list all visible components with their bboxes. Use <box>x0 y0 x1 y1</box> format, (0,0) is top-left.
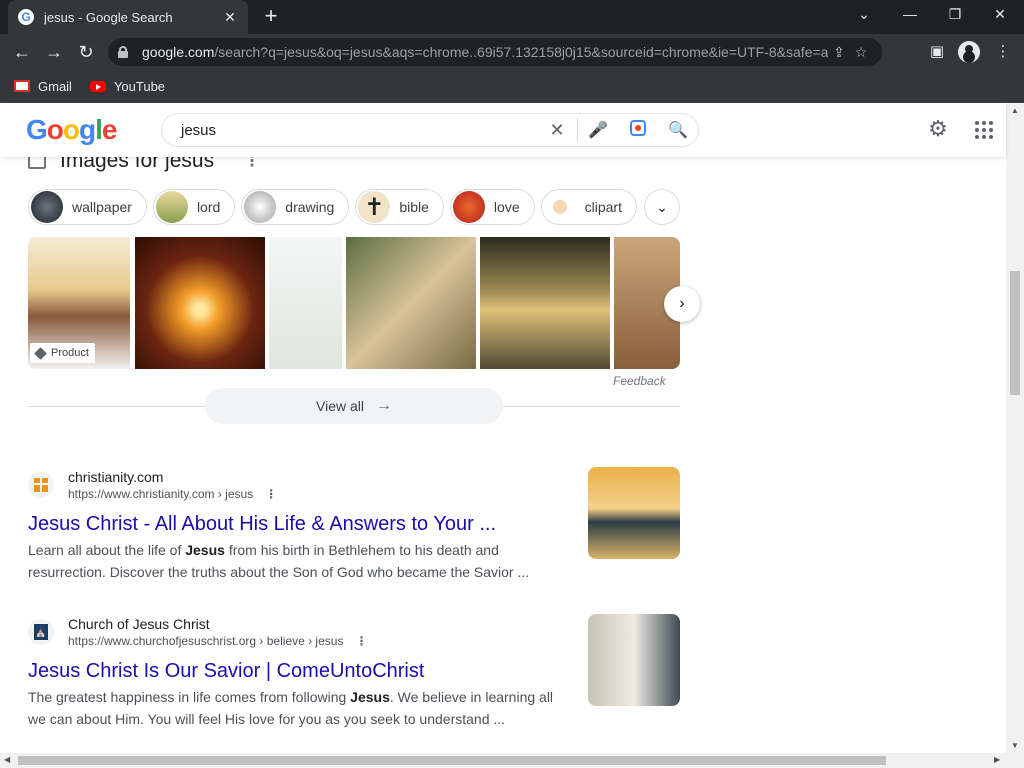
scroll-up-icon[interactable]: ▲ <box>1011 106 1019 115</box>
image-result[interactable]: Product <box>28 237 130 369</box>
feedback-link[interactable]: Feedback <box>613 374 666 388</box>
tag-icon <box>34 346 47 360</box>
minimize-icon[interactable]: — <box>900 6 920 22</box>
result-title-link[interactable]: Jesus Christ - All About His Life & Answ… <box>28 511 680 537</box>
chip-wallpaper[interactable]: wallpaper <box>28 189 147 225</box>
gmail-icon <box>14 80 30 92</box>
bookmark-youtube[interactable]: YouTube <box>89 79 165 94</box>
image-icon <box>28 157 46 169</box>
chip-lord[interactable]: lord <box>152 189 236 225</box>
url-text[interactable]: google.com/search?q=jesus&oq=jesus&aqs=c… <box>142 44 828 60</box>
bookmarks-bar: Gmail YouTube <box>0 70 1024 103</box>
search-results-area: Images for jesus ⋮ wallpaper lord drawin… <box>0 157 1006 753</box>
church-favicon-icon: ⛪ <box>28 619 54 645</box>
google-header: Google jesus ✕ 🎤 🔍 ⚙ <box>0 103 1006 157</box>
horizontal-scroll-thumb[interactable] <box>18 756 886 765</box>
google-favicon-icon: G <box>18 9 34 25</box>
product-badge: Product <box>30 343 95 363</box>
image-result[interactable] <box>480 237 610 369</box>
voice-search-icon[interactable]: 🎤 <box>578 120 618 140</box>
chrome-menu-icon[interactable]: ⋮ <box>992 42 1014 60</box>
result-site-name: christianity.com <box>68 469 164 485</box>
result-url: https://www.churchofjesuschrist.org › be… <box>68 634 368 648</box>
reload-icon[interactable]: ↻ <box>74 40 98 64</box>
chip-drawing[interactable]: drawing <box>241 189 350 225</box>
browser-tab[interactable]: G jesus - Google Search ✕ <box>8 0 248 34</box>
result-site-name: Church of Jesus Christ <box>68 616 210 632</box>
chip-thumb-love <box>452 191 485 223</box>
forward-icon[interactable]: → <box>42 40 66 64</box>
images-section-header: Images for jesus ⋮ <box>28 157 260 173</box>
tab-close-icon[interactable]: ✕ <box>222 9 238 26</box>
address-bar[interactable]: google.com/search?q=jesus&oq=jesus&aqs=c… <box>108 38 882 66</box>
images-section-title: Images for jesus <box>60 157 215 172</box>
image-result[interactable] <box>346 237 476 369</box>
images-more-options-icon[interactable]: ⋮ <box>244 157 260 171</box>
result-snippet: The greatest happiness in life comes fro… <box>28 689 554 727</box>
result-title-link[interactable]: Jesus Christ Is Our Savior | ComeUntoChr… <box>28 658 680 684</box>
cross-icon: ✝ <box>358 191 391 223</box>
youtube-icon <box>89 80 106 92</box>
search-submit-icon[interactable]: 🔍 <box>658 120 698 140</box>
window-close-icon[interactable]: ✕ <box>990 6 1010 23</box>
result-site[interactable]: christianity.com https://www.christianit… <box>28 467 680 503</box>
result-url: https://www.christianity.com › jesus ⋮ <box>68 487 278 501</box>
chip-thumb-wallpaper <box>31 191 63 223</box>
browser-toolbar: ← → ↻ google.com/search?q=jesus&oq=jesus… <box>0 34 1024 70</box>
restore-icon[interactable]: ❐ <box>945 6 965 23</box>
vertical-scroll-thumb[interactable] <box>1010 271 1020 395</box>
image-filter-chips: wallpaper lord drawing ✝ bible love clip… <box>28 189 643 225</box>
result-snippet: Learn all about the life of Jesus from h… <box>28 542 530 580</box>
vertical-scrollbar[interactable]: ▲ ▼ <box>1006 103 1024 753</box>
chip-clipart[interactable]: clipart <box>540 189 637 225</box>
settings-gear-icon[interactable]: ⚙ <box>926 117 950 141</box>
result-options-icon[interactable]: ⋮ <box>355 634 367 648</box>
result-site[interactable]: ⛪ Church of Jesus Christ https://www.chu… <box>28 614 680 650</box>
search-input[interactable]: jesus <box>181 122 537 139</box>
result-thumbnail[interactable] <box>588 467 680 559</box>
result-thumbnail[interactable] <box>588 614 680 706</box>
image-results-row: Product <box>28 237 680 369</box>
horizontal-scrollbar[interactable]: ◀ ▶ <box>0 753 1024 768</box>
arrow-right-icon: → <box>376 397 392 414</box>
chip-thumb-drawing <box>244 191 277 223</box>
tab-search-icon[interactable]: ⌄ <box>854 6 874 23</box>
side-panel-icon[interactable]: ▣ <box>926 42 948 60</box>
lens-icon <box>630 119 646 136</box>
chip-bible[interactable]: ✝ bible <box>355 189 444 225</box>
lens-search-button[interactable] <box>618 119 658 141</box>
bookmark-star-icon[interactable]: ☆ <box>850 44 872 61</box>
chip-thumb-lord <box>155 191 188 223</box>
profile-avatar-icon[interactable] <box>958 41 980 63</box>
chip-love[interactable]: love <box>449 189 535 225</box>
clear-search-icon[interactable]: ✕ <box>537 120 577 141</box>
christianity-favicon-icon <box>28 472 54 498</box>
back-icon[interactable]: ← <box>10 40 34 64</box>
search-box[interactable]: jesus ✕ 🎤 🔍 <box>161 113 699 147</box>
view-all-button[interactable]: View all → <box>205 388 503 424</box>
images-next-chevron-icon[interactable]: › <box>664 286 700 322</box>
image-result[interactable] <box>269 237 342 369</box>
google-apps-icon[interactable] <box>975 121 993 139</box>
scroll-down-icon[interactable]: ▼ <box>1011 741 1019 750</box>
chip-thumb-clipart <box>543 191 576 223</box>
bookmark-gmail[interactable]: Gmail <box>14 79 72 94</box>
chips-expand-chevron-icon[interactable]: ⌄ <box>644 189 680 225</box>
browser-titlebar: G jesus - Google Search ✕ + ⌄ — ❐ ✕ <box>0 0 1024 34</box>
share-icon[interactable]: ⇪ <box>828 44 850 61</box>
new-tab-button[interactable]: + <box>260 5 282 27</box>
image-result[interactable] <box>135 237 265 369</box>
google-logo[interactable]: Google <box>26 114 117 146</box>
scroll-right-icon[interactable]: ▶ <box>994 755 1000 764</box>
lock-icon[interactable] <box>118 46 128 58</box>
search-result: christianity.com https://www.christianit… <box>28 467 680 583</box>
result-options-icon[interactable]: ⋮ <box>265 487 277 501</box>
tab-title: jesus - Google Search <box>44 9 173 25</box>
search-result: ⛪ Church of Jesus Christ https://www.chu… <box>28 614 680 730</box>
scroll-left-icon[interactable]: ◀ <box>4 755 10 764</box>
